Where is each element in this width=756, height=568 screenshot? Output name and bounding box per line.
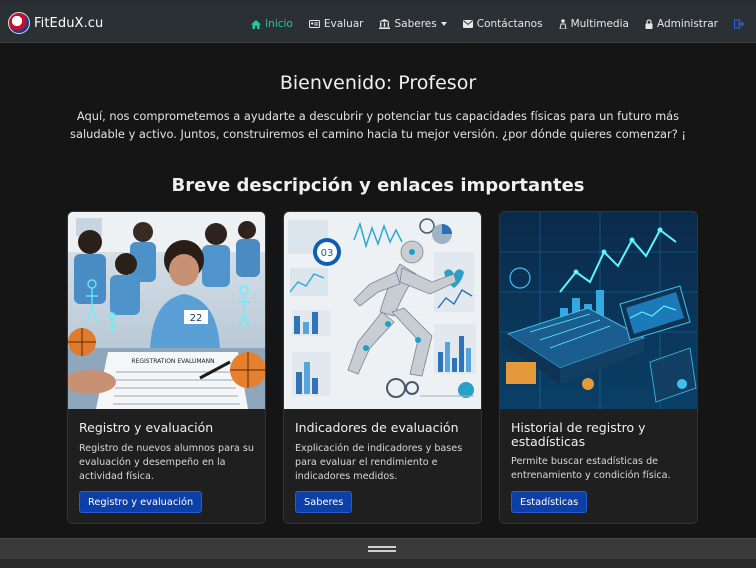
window-bottom-strip xyxy=(0,559,756,568)
image-dial-number: 03 xyxy=(321,248,334,259)
card-title: Registro y evaluación xyxy=(79,420,214,435)
card-text: Registro de nuevos alumnos para su evalu… xyxy=(79,443,254,482)
nav-item-multimedia[interactable]: Multimedia xyxy=(559,18,629,30)
envelope-icon xyxy=(462,20,473,28)
brand-name: FitEduX.cu xyxy=(34,15,104,31)
nav-item-administrar[interactable]: Administrar xyxy=(645,18,718,30)
estadisticas-button[interactable]: Estadísticas xyxy=(511,491,588,513)
card-text: Permite buscar estadísticas de entrenami… xyxy=(511,456,671,481)
card-indicadores: 03 Indicadores de evaluación Explicación… xyxy=(283,211,482,524)
brand-logo xyxy=(8,12,30,34)
nav-item-label: Multimedia xyxy=(570,18,629,30)
drag-handle-icon[interactable] xyxy=(368,546,396,553)
footer-bar xyxy=(0,538,756,559)
lock-icon xyxy=(645,19,653,29)
card-image-indicadores: 03 xyxy=(284,212,481,409)
welcome-lead: Aquí, nos comprometemos a ayudarte a des… xyxy=(70,109,686,141)
welcome-title: Bienvenido: Profesor xyxy=(279,72,477,94)
nav-item-label: Administrar xyxy=(656,18,718,30)
logout-icon xyxy=(734,19,744,29)
card-image-historial xyxy=(500,212,697,409)
id-card-icon xyxy=(308,20,320,28)
caret-down-icon xyxy=(440,22,447,26)
brand[interactable]: FitEduX.cu xyxy=(8,12,103,34)
nav-item-inicio[interactable]: Inicio xyxy=(251,18,293,30)
navbar: FitEduX.cu Inicio Evaluar Saberes Contác… xyxy=(0,5,756,43)
card-image-registro: 22 REGISTRATION EVALUMANN xyxy=(68,212,265,409)
card-text: Explicación de indicadores y bases para … xyxy=(295,443,463,482)
saberes-button[interactable]: Saberes xyxy=(295,491,353,513)
person-icon xyxy=(559,19,567,29)
nav-menu: Inicio Evaluar Saberes Contáctanos Multi… xyxy=(251,5,756,43)
image-shirt-number: 22 xyxy=(190,313,203,324)
card-title: Indicadores de evaluación xyxy=(295,420,459,435)
card-historial: Historial de registro y estadísticas Per… xyxy=(499,211,698,524)
home-icon xyxy=(251,19,262,29)
nav-item-saberes[interactable]: Saberes xyxy=(379,18,447,30)
card-title: Historial de registro y estadísticas xyxy=(511,420,646,449)
bank-icon xyxy=(379,19,391,29)
nav-item-evaluar[interactable]: Evaluar xyxy=(308,18,364,30)
nav-item-label: Evaluar xyxy=(323,18,364,30)
nav-item-label: Inicio xyxy=(265,18,293,30)
nav-item-label: Saberes xyxy=(394,18,437,30)
registro-button[interactable]: Registro y evaluación xyxy=(79,491,203,513)
nav-item-contactanos[interactable]: Contáctanos xyxy=(462,18,543,30)
image-sheet-title: REGISTRATION EVALUMANN xyxy=(131,358,214,365)
card-registro: 22 REGISTRATION EVALUMANN Registro y eva… xyxy=(67,211,266,524)
nav-item-label: Contáctanos xyxy=(476,18,543,30)
nav-item-logout[interactable] xyxy=(734,19,744,29)
section-title: Breve descripción y enlaces importantes xyxy=(171,175,585,196)
